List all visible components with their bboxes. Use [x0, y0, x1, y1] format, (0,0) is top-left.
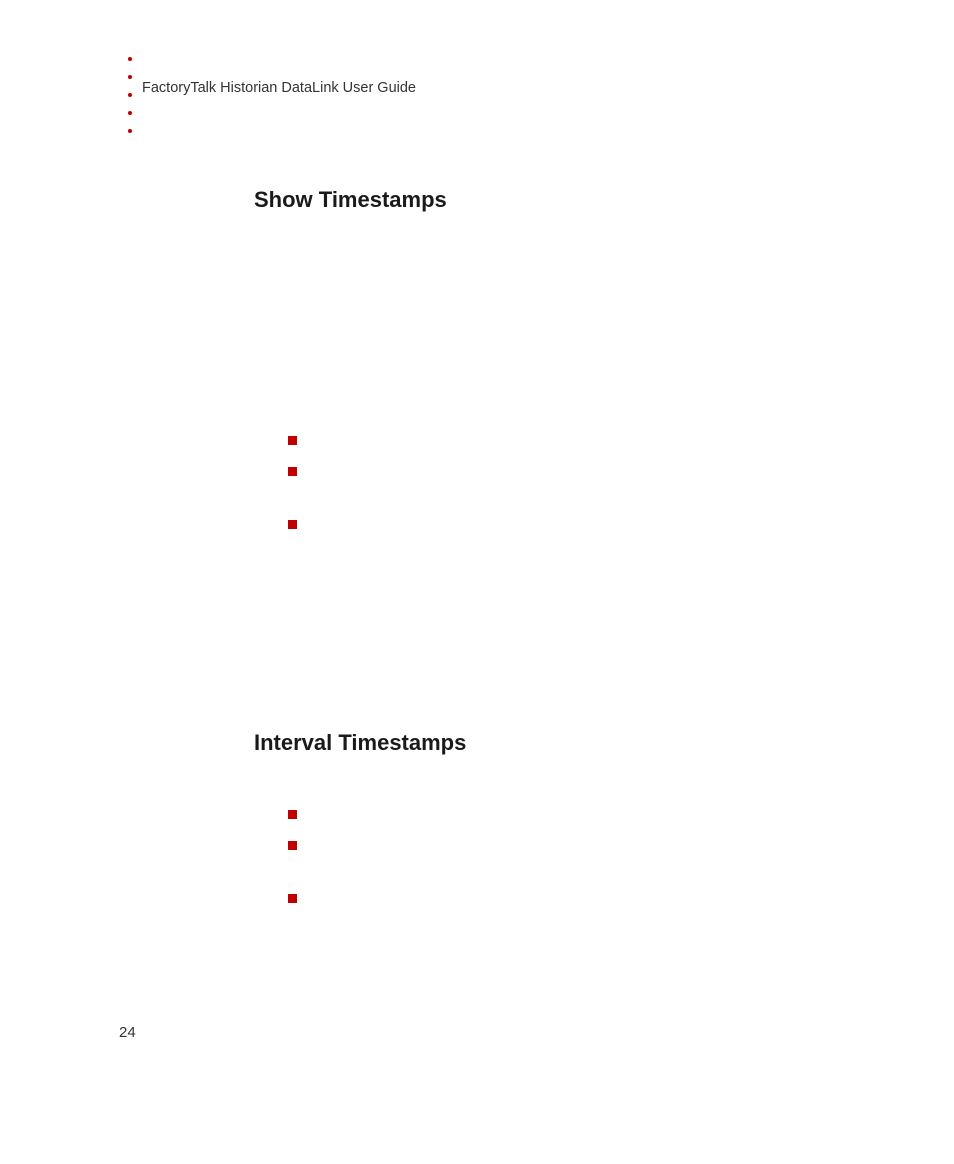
square-bullet-icon — [288, 810, 297, 819]
dot-icon — [128, 93, 132, 97]
list-item — [288, 808, 297, 819]
page-number: 24 — [119, 1024, 136, 1041]
section-heading-show-timestamps: Show Timestamps — [254, 187, 447, 213]
list-item — [288, 839, 297, 850]
square-bullet-icon — [288, 436, 297, 445]
document-header-title: FactoryTalk Historian DataLink User Guid… — [142, 80, 416, 96]
list-item — [288, 892, 297, 903]
dot-icon — [128, 57, 132, 61]
square-bullet-icon — [288, 894, 297, 903]
square-bullet-icon — [288, 467, 297, 476]
dot-icon — [128, 111, 132, 115]
square-bullet-icon — [288, 520, 297, 529]
list-item — [288, 434, 297, 445]
list-item — [288, 518, 297, 529]
dot-icon — [128, 75, 132, 79]
header-dots-decoration — [128, 57, 132, 147]
square-bullet-icon — [288, 841, 297, 850]
dot-icon — [128, 129, 132, 133]
list-item — [288, 465, 297, 476]
bullet-list-show-timestamps — [288, 434, 297, 549]
bullet-list-interval-timestamps — [288, 808, 297, 923]
section-heading-interval-timestamps: Interval Timestamps — [254, 730, 466, 756]
